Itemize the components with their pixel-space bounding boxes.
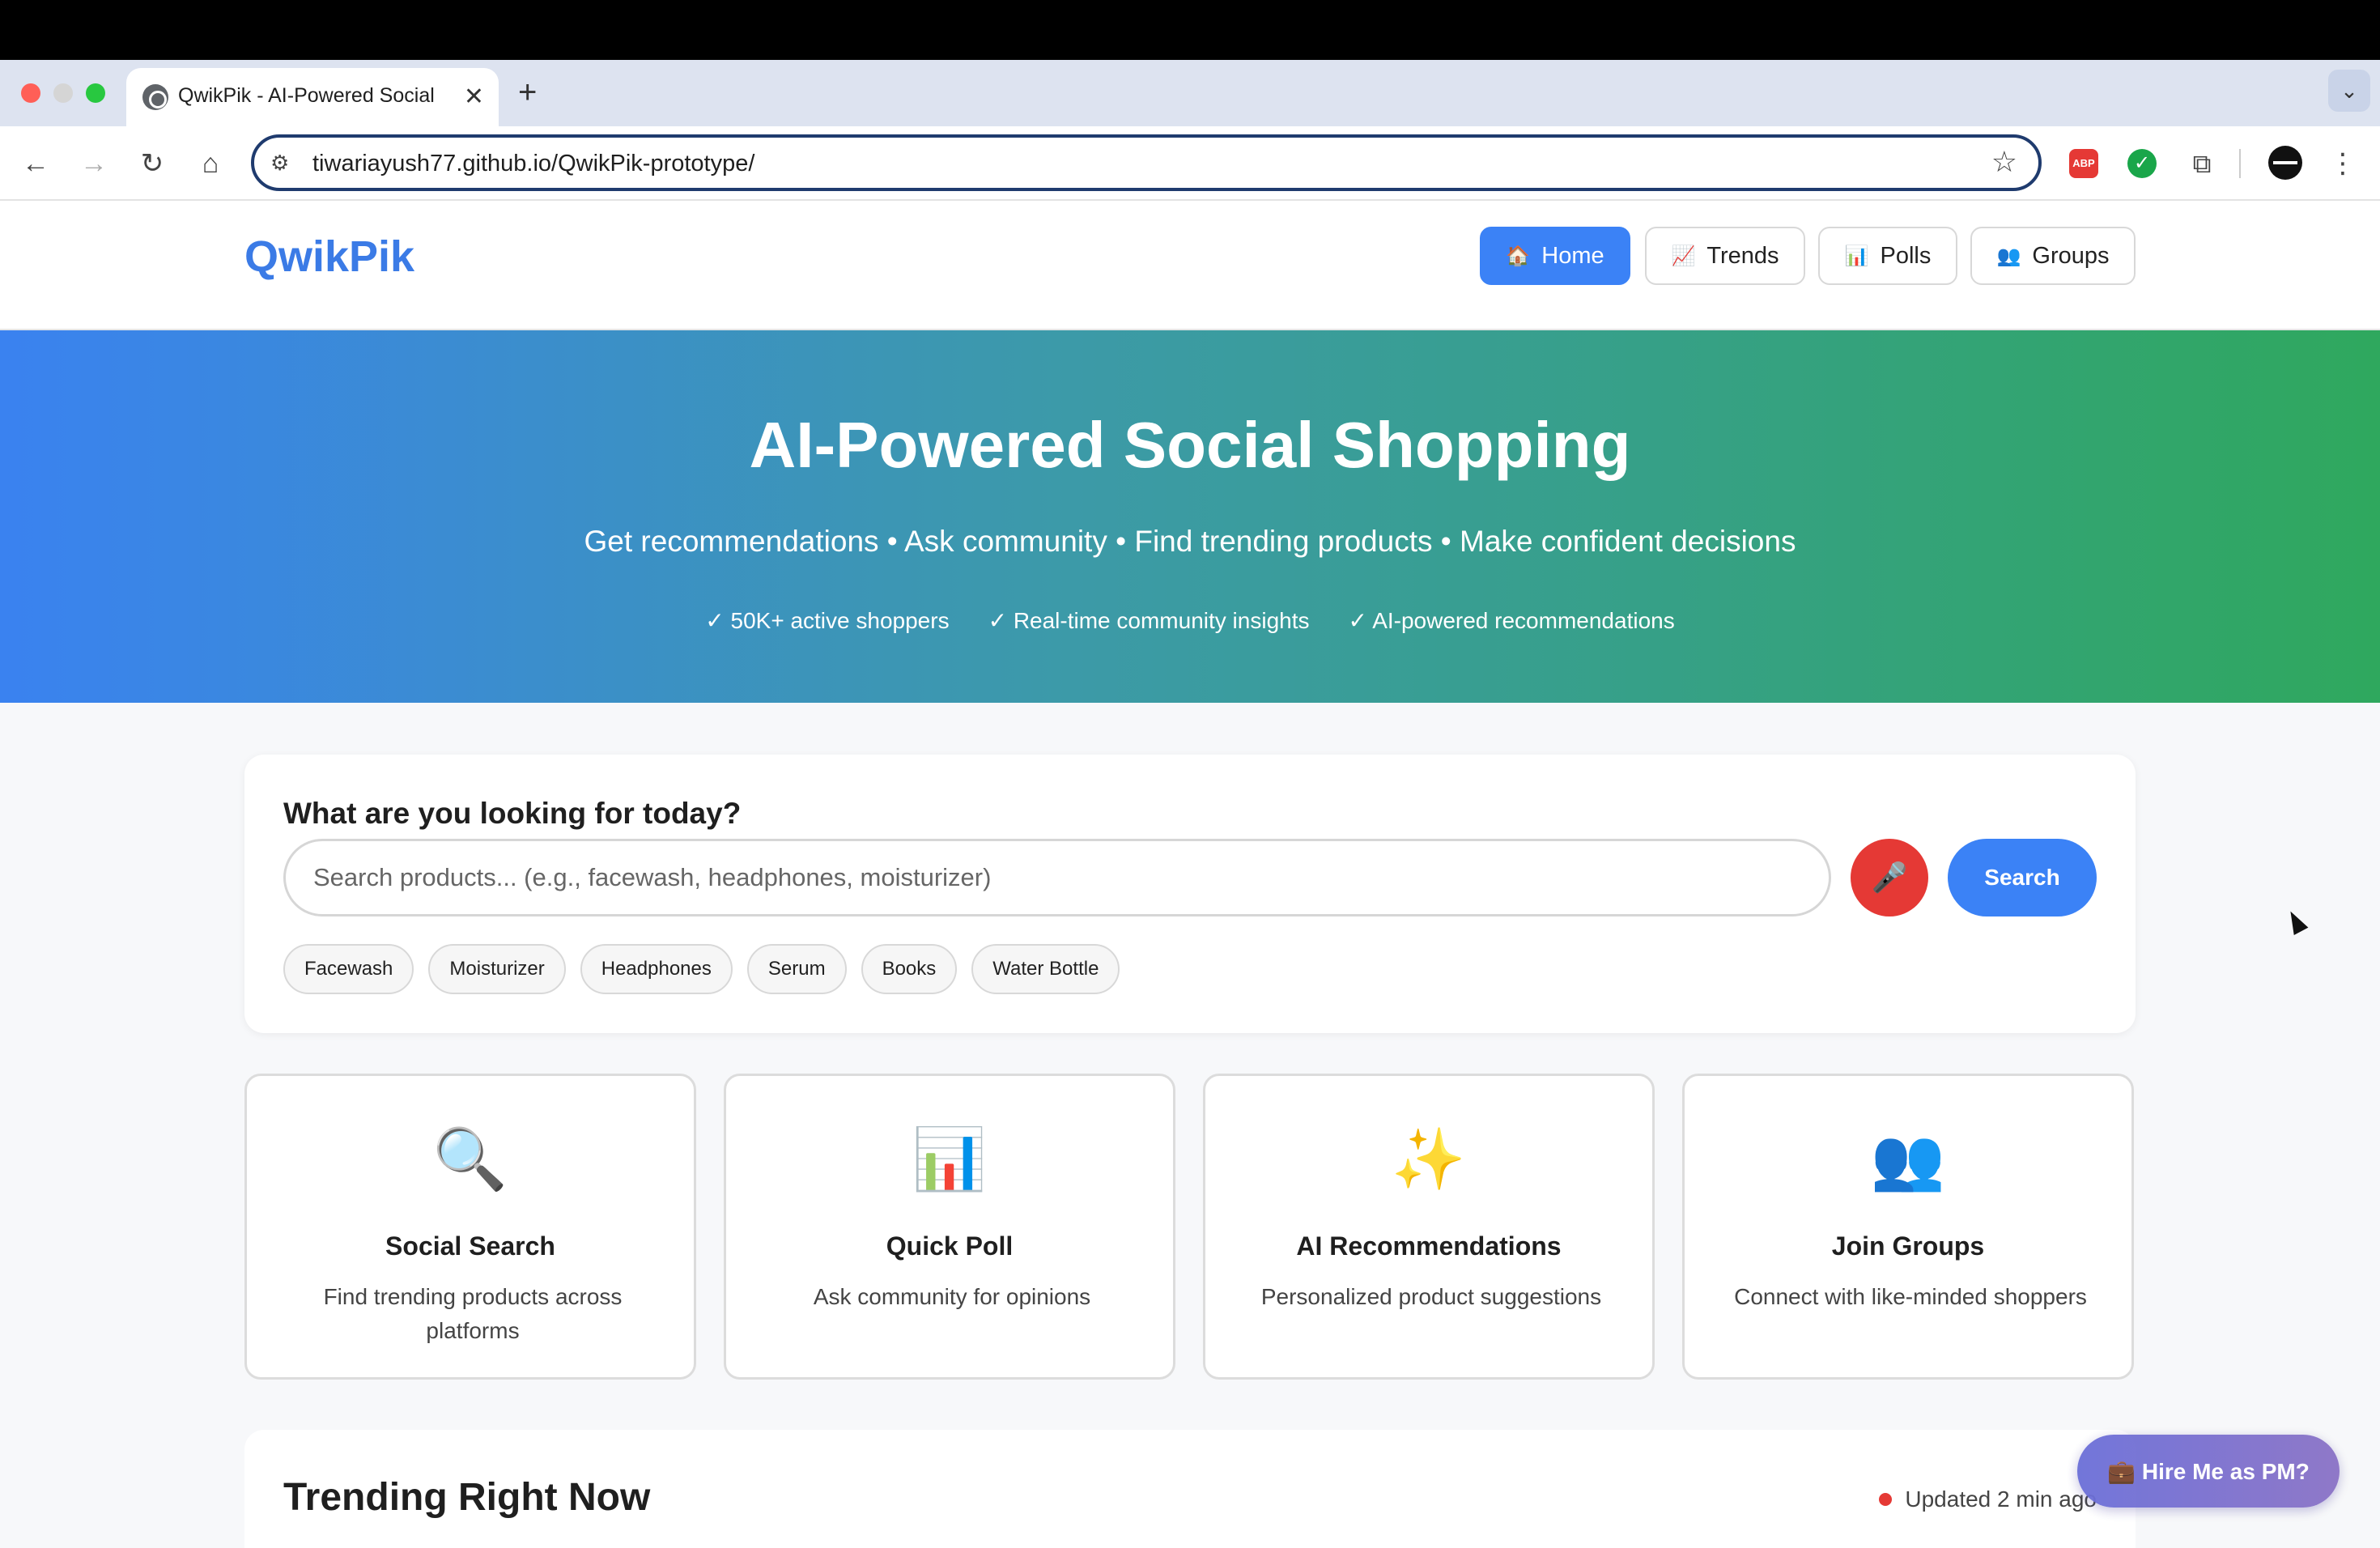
- chip-books[interactable]: Books: [861, 944, 958, 994]
- site-header: QwikPik 🏠 Home 📈 Trends 📊 Polls 👥 Groups: [0, 201, 2380, 330]
- search-heading: What are you looking for today?: [283, 797, 742, 830]
- nav-groups-button[interactable]: 👥 Groups: [1970, 227, 2136, 285]
- address-bar[interactable]: ⚙ tiwariayush77.github.io/QwikPik-protot…: [251, 134, 2042, 191]
- feature-title: AI Recommendations: [1296, 1231, 1562, 1261]
- browser-toolbar: ← → ↻ ⌂ ⚙ tiwariayush77.github.io/QwikPi…: [0, 126, 2380, 201]
- forward-icon[interactable]: →: [74, 144, 113, 183]
- feature-description: Personalized product suggestions: [1260, 1284, 1602, 1309]
- back-icon[interactable]: ←: [16, 144, 55, 183]
- bookmark-star-icon[interactable]: ☆: [1991, 146, 2017, 178]
- hero-title: AI-Powered Social Shopping: [749, 409, 1631, 481]
- updated-text: Updated 2 min ago: [1905, 1486, 2097, 1512]
- hero-feature-item: ✓ 50K+ active shoppers: [705, 608, 950, 633]
- nav-label: Polls: [1880, 242, 1932, 269]
- hero-feature-list: ✓ 50K+ active shoppers ✓ Real-time commu…: [0, 607, 2380, 634]
- minimize-window-icon[interactable]: [53, 83, 73, 103]
- feature-title: Quick Poll: [886, 1231, 1014, 1261]
- sparkles-icon: ✨: [1391, 1125, 1467, 1193]
- trend-chart-icon: 📈: [1671, 245, 1696, 267]
- close-tab-icon[interactable]: ✕: [464, 81, 484, 113]
- site-settings-icon[interactable]: ⚙: [270, 149, 298, 176]
- search-input[interactable]: [283, 839, 1831, 916]
- hero-subtitle: Get recommendations • Ask community • Fi…: [584, 525, 1796, 558]
- nav-label: Home: [1541, 242, 1604, 269]
- url-text[interactable]: tiwariayush77.github.io/QwikPik-prototyp…: [312, 151, 754, 177]
- nav-home-button[interactable]: 🏠 Home: [1480, 227, 1630, 285]
- close-window-icon[interactable]: [21, 83, 40, 103]
- nav-label: Trends: [1706, 242, 1779, 269]
- feature-description: Find trending products across platforms: [323, 1284, 623, 1343]
- reload-icon[interactable]: ↻: [133, 144, 172, 183]
- tab-title: QwikPik - AI-Powered Social: [178, 84, 435, 107]
- system-menubar: [0, 0, 2380, 60]
- house-icon: 🏠: [1506, 245, 1531, 267]
- live-dot-icon: [1879, 1493, 1893, 1506]
- bar-chart-icon: 📊: [1844, 245, 1869, 267]
- hero-feature-item: ✓ Real-time community insights: [988, 608, 1310, 633]
- nav-polls-button[interactable]: 📊 Polls: [1818, 227, 1957, 285]
- hero-banner: AI-Powered Social Shopping Get recommend…: [0, 330, 2380, 703]
- trending-title: Trending Right Now: [283, 1476, 651, 1519]
- profile-avatar[interactable]: [2268, 146, 2302, 180]
- adblock-icon[interactable]: ABP: [2069, 149, 2098, 178]
- more-menu-icon[interactable]: ⋮: [2325, 146, 2361, 181]
- toolbar-divider: [2239, 149, 2241, 178]
- globe-icon: [142, 84, 168, 110]
- voice-search-button[interactable]: 🎤: [1851, 839, 1928, 916]
- trending-section: Trending Right Now Updated 2 min ago: [244, 1430, 2136, 1548]
- feature-title: Join Groups: [1831, 1231, 1985, 1261]
- microphone-icon: 🎤: [1871, 861, 1908, 894]
- home-icon[interactable]: ⌂: [191, 144, 230, 183]
- feature-card-social-search[interactable]: 🔍 Social Search Find trending products a…: [244, 1074, 696, 1380]
- update-status: Updated 2 min ago: [1879, 1486, 2097, 1512]
- feature-card-join-groups[interactable]: 👥 Join Groups Connect with like-minded s…: [1682, 1074, 2134, 1380]
- suggestion-chips: Facewash Moisturizer Headphones Serum Bo…: [283, 944, 1120, 994]
- feature-description: Ask community for opinions: [813, 1284, 1091, 1309]
- nav-label: Groups: [2032, 242, 2110, 269]
- search-card: What are you looking for today? 🎤 Search…: [244, 755, 2136, 1033]
- feature-title: Social Search: [385, 1231, 555, 1261]
- people-icon: 👥: [1870, 1125, 1946, 1193]
- chip-headphones[interactable]: Headphones: [580, 944, 733, 994]
- site-logo[interactable]: QwikPik: [244, 232, 414, 282]
- people-icon: 👥: [1996, 245, 2021, 267]
- chip-moisturizer[interactable]: Moisturizer: [428, 944, 566, 994]
- browser-tab[interactable]: QwikPik - AI-Powered Social ✕: [126, 68, 499, 126]
- check-extension-icon[interactable]: ✓: [2127, 149, 2157, 178]
- search-button[interactable]: Search: [1948, 839, 2097, 916]
- tab-search-icon[interactable]: ⌄: [2328, 70, 2370, 112]
- new-tab-icon[interactable]: +: [518, 74, 537, 110]
- bar-chart-icon: 📊: [912, 1125, 988, 1193]
- hire-me-button[interactable]: 💼 Hire Me as PM?: [2077, 1435, 2340, 1508]
- extensions-puzzle-icon[interactable]: ⧉: [2184, 146, 2220, 181]
- hero-feature-item: ✓ AI-powered recommendations: [1348, 608, 1675, 633]
- feature-description: Connect with like-minded shoppers: [1734, 1284, 2087, 1309]
- chip-facewash[interactable]: Facewash: [283, 944, 414, 994]
- maximize-window-icon[interactable]: [86, 83, 105, 103]
- feature-card-ai-recommendations[interactable]: ✨ AI Recommendations Personalized produc…: [1203, 1074, 1655, 1380]
- chip-serum[interactable]: Serum: [746, 944, 847, 994]
- magnifier-icon: 🔍: [432, 1125, 508, 1193]
- mouse-cursor-icon: [2283, 907, 2309, 936]
- chip-water-bottle[interactable]: Water Bottle: [971, 944, 1120, 994]
- nav-trends-button[interactable]: 📈 Trends: [1645, 227, 1805, 285]
- feature-card-quick-poll[interactable]: 📊 Quick Poll Ask community for opinions: [724, 1074, 1175, 1380]
